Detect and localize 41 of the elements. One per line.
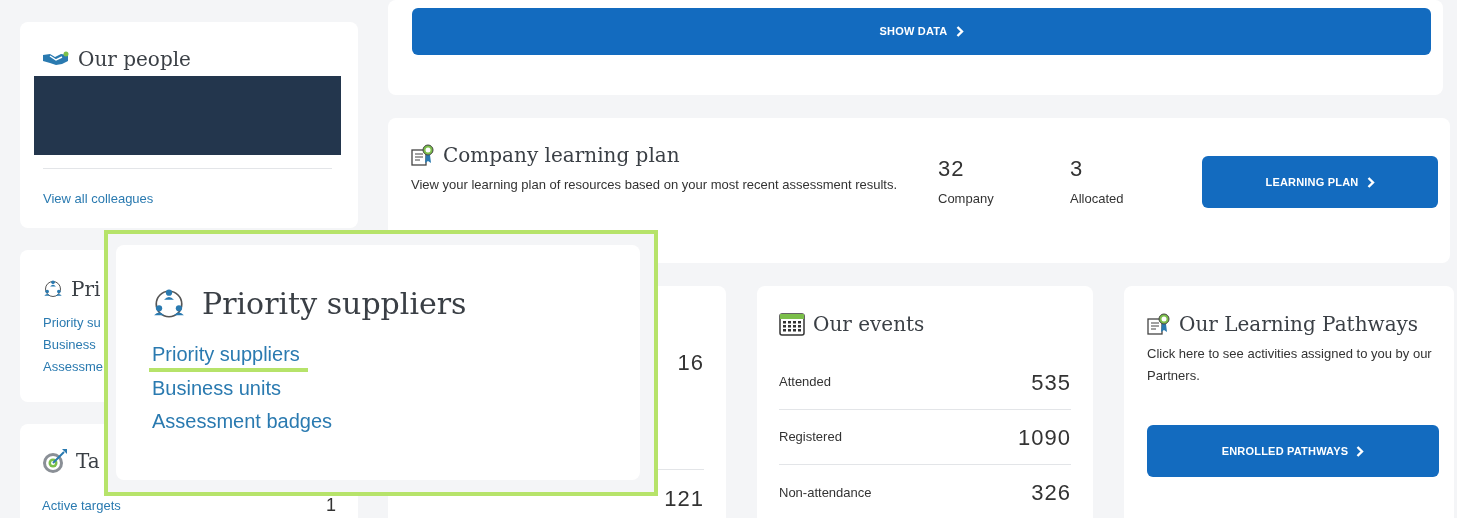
learning-plan-button[interactable]: LEARNING PLAN: [1202, 156, 1438, 208]
suppliers-link[interactable]: Priority suppliers: [149, 340, 308, 372]
suppliers-link[interactable]: Assessment badges: [152, 405, 333, 438]
suppliers-link[interactable]: Business units: [152, 372, 281, 405]
card-title: Priority suppliers: [202, 285, 467, 323]
targets-link[interactable]: Active targets: [42, 495, 121, 516]
chevron-icon: [955, 26, 964, 37]
suppliers-link[interactable]: Business: [43, 334, 96, 356]
certificate-icon: [411, 143, 435, 167]
network-icon: [43, 279, 63, 299]
stat-value: 16: [676, 349, 704, 377]
card-title: Pri: [71, 276, 101, 303]
card-title: Our events: [813, 311, 925, 338]
target-icon: [42, 448, 68, 474]
suppliers-link[interactable]: Assessme: [43, 356, 103, 378]
enrolled-pathways-button[interactable]: ENROLLED PATHWAYS: [1147, 425, 1439, 477]
suppliers-link[interactable]: Priority su: [43, 312, 101, 334]
card-title: Ta: [76, 448, 100, 475]
stat-label: Company: [938, 190, 995, 208]
event-label: Attended: [779, 373, 832, 392]
chevron-icon: [1356, 445, 1365, 457]
event-count: 1090: [1018, 423, 1071, 452]
target-count: 1: [326, 494, 336, 517]
handshake-icon: [42, 51, 70, 67]
card-title: Our people: [78, 46, 191, 73]
event-count: 535: [1031, 368, 1071, 397]
chevron-icon: [1366, 176, 1375, 188]
card-title: Company learning plan: [443, 142, 680, 169]
card-description: View your learning plan of resources based on your most recent assessment results.: [411, 176, 899, 194]
colleagues-link[interactable]: View all colleagues: [43, 191, 154, 206]
show-data-button[interactable]: SHOW DATA: [412, 8, 1431, 55]
event-count: 326: [1031, 479, 1071, 507]
stat-value: 3: [1070, 155, 1085, 183]
calendar-icon: [779, 312, 805, 336]
certificate-icon: [1147, 312, 1171, 336]
card-title: Our Learning Pathways: [1179, 311, 1419, 338]
event-label: Registered: [779, 428, 842, 447]
event-label: Non-attendance: [779, 483, 872, 502]
stat-label: Allocated: [1070, 190, 1125, 208]
card-description: Click here to see activities assigned to you by our Partners.: [1147, 345, 1433, 385]
stat-value: 32: [938, 155, 966, 183]
